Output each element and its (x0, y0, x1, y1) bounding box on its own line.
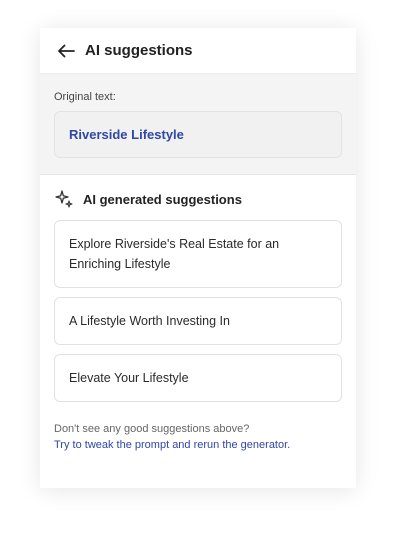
suggestions-title: AI generated suggestions (83, 191, 242, 207)
suggestion-text: Elevate Your Lifestyle (69, 371, 189, 385)
suggestion-card[interactable]: Explore Riverside's Real Estate for an E… (54, 220, 342, 288)
footer-text: Don't see any good suggestions above? (54, 423, 250, 435)
page-title: AI suggestions (85, 42, 193, 59)
original-text-value: Riverside Lifestyle (54, 111, 342, 158)
suggestion-text: Explore Riverside's Real Estate for an E… (69, 237, 280, 271)
original-text-section: Original text: Riverside Lifestyle (40, 74, 356, 175)
suggestion-card[interactable]: Elevate Your Lifestyle (54, 354, 342, 402)
panel-header: AI suggestions (40, 28, 356, 74)
suggestions-header: AI generated suggestions (54, 189, 342, 209)
arrow-left-icon[interactable] (56, 41, 76, 61)
rerun-generator-link[interactable]: Try to tweak the prompt and rerun the ge… (54, 437, 342, 453)
suggestion-text: A Lifestyle Worth Investing In (69, 314, 230, 328)
suggestion-card[interactable]: A Lifestyle Worth Investing In (54, 297, 342, 345)
sparkle-icon (54, 189, 74, 209)
original-text-label: Original text: (54, 91, 116, 103)
footer-hint: Don't see any good suggestions above? Tr… (40, 411, 356, 453)
ai-suggestions-panel: AI suggestions Original text: Riverside … (40, 28, 356, 488)
suggestions-section: AI generated suggestions Explore Riversi… (40, 175, 356, 402)
